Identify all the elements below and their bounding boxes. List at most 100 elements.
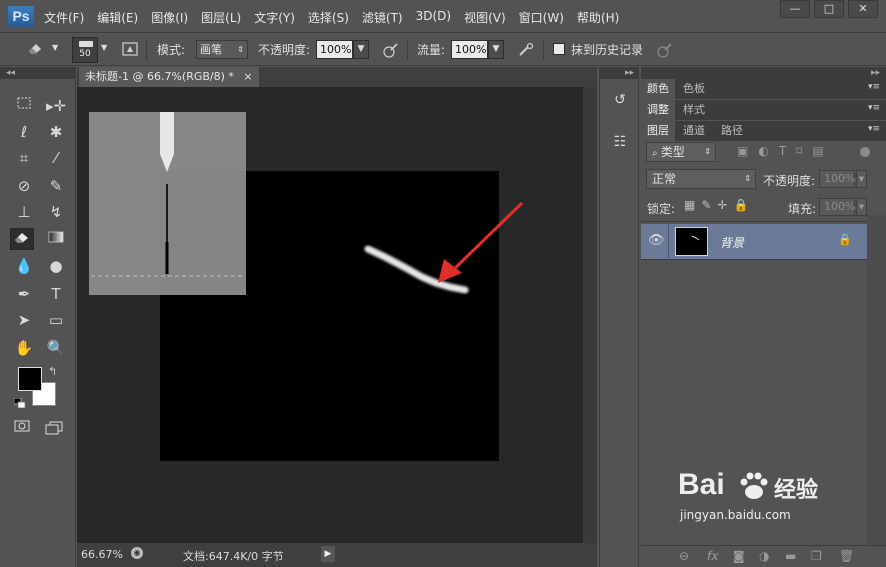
menu-edit[interactable]: 编辑(E) [97,9,138,26]
strip-header[interactable]: ▸▸ [600,67,638,79]
tab-styles[interactable]: 样式 [677,100,711,120]
tab-paths[interactable]: 路径 [715,121,749,141]
panel-menu-icon[interactable]: ▾≡ [868,124,880,134]
screen-mode-icon[interactable] [42,419,66,441]
new-layer-icon[interactable]: ❐ [811,549,822,563]
maximize-button[interactable]: □ [814,0,844,18]
menu-help[interactable]: 帮助(H) [577,9,619,26]
preset-dropdown-arrow[interactable]: ▼ [52,43,58,52]
tab-adjustments[interactable]: 调整 [641,100,675,120]
eraser-icon[interactable] [10,228,34,250]
fill-dropdown[interactable]: ▼ [856,198,867,216]
opacity-input[interactable]: 100% [316,40,353,59]
menu-3d[interactable]: 3D(D) [416,9,451,26]
filter-type-icon[interactable]: T [779,144,796,158]
mode-select[interactable]: 画笔 ⇕ [196,40,248,59]
layer-row-background[interactable]: 👁 背景 🔒 [641,224,867,260]
lock-pixels-icon[interactable]: ✎ [701,198,717,212]
new-group-icon[interactable]: ▬ [785,549,796,563]
gradient-icon[interactable] [44,228,68,250]
history-panel-icon[interactable]: ↺ [606,87,634,113]
filter-toggle[interactable] [860,147,870,157]
airbrush-icon[interactable] [517,41,535,59]
pressure-size-icon[interactable] [656,41,674,59]
brush-icon[interactable]: ✎ [44,175,68,197]
layer-visibility-eye-icon[interactable]: 👁 [648,233,665,248]
layer-opacity-dropdown[interactable]: ▼ [856,170,867,188]
layer-name[interactable]: 背景 [720,234,744,251]
pressure-opacity-icon[interactable] [382,41,400,59]
default-colors-icon[interactable] [13,397,26,409]
path-selection-icon[interactable]: ➤ [12,309,36,331]
erase-to-history-checkbox[interactable] [553,43,565,55]
flow-dropdown-button[interactable]: ▼ [488,40,504,59]
share-icon[interactable]: ◉ [131,547,143,559]
brush-panel-toggle-icon[interactable] [121,40,139,58]
move-icon[interactable]: ▸✛ [44,95,68,117]
filter-shape-icon[interactable]: ⌑ [796,144,812,158]
link-layers-icon[interactable]: ⊖ [679,549,689,563]
delete-layer-icon[interactable]: 🗑 [839,549,854,563]
brush-dropdown-arrow[interactable]: ▼ [101,43,107,52]
zoom-icon[interactable]: 🔍 [44,337,68,359]
add-mask-icon[interactable]: ◙ [733,549,745,563]
pen-icon[interactable]: ✒ [12,283,36,305]
rectangle-shape-icon[interactable]: ▭ [44,309,68,331]
quick-mask-icon[interactable] [10,417,34,439]
panel-menu-icon[interactable]: ▾≡ [868,82,880,92]
layer-filter-select[interactable]: ⌕ 类型 ⇕ [646,142,716,162]
fill-input[interactable]: 100% [819,198,855,216]
crop-icon[interactable]: ⌗ [12,147,36,169]
history-brush-icon[interactable]: ↯ [44,201,68,223]
status-menu-arrow-icon[interactable]: ▶ [321,546,335,562]
filter-smart-object-icon[interactable]: ▤ [812,144,833,158]
properties-panel-icon[interactable]: ☷ [606,129,634,155]
clone-stamp-icon[interactable]: ⊥ [12,201,36,223]
tab-color[interactable]: 颜色 [641,79,675,99]
lock-all-icon[interactable]: 🔒 [733,198,754,212]
opacity-dropdown-button[interactable]: ▼ [353,40,369,59]
flow-input[interactable]: 100% [451,40,488,59]
panel-menu-icon[interactable]: ▾≡ [868,103,880,113]
eyedropper-icon[interactable]: ⁄ [44,147,68,169]
hand-icon[interactable]: ✋ [12,337,36,359]
blur-icon[interactable]: 💧 [12,255,36,277]
menu-type[interactable]: 文字(Y) [254,9,295,26]
close-tab-icon[interactable]: × [243,70,252,83]
swap-colors-icon[interactable]: ↰ [48,365,57,378]
close-button[interactable]: ✕ [848,0,878,18]
menu-image[interactable]: 图像(I) [151,9,188,26]
document-tab[interactable]: 未标题-1 @ 66.7%(RGB/8) * × [79,67,259,87]
eraser-tool-preset-icon[interactable] [26,39,44,57]
menu-file[interactable]: 文件(F) [44,9,84,26]
menu-filter[interactable]: 滤镜(T) [362,9,403,26]
tools-panel-header[interactable]: ◂◂ [0,67,75,79]
minimize-button[interactable]: — [780,0,810,18]
menu-window[interactable]: 窗口(W) [519,9,564,26]
type-icon[interactable]: T [44,283,68,305]
tab-swatches[interactable]: 色板 [677,79,711,99]
lock-transparent-icon[interactable]: ▦ [684,198,701,212]
menu-layer[interactable]: 图层(L) [201,9,241,26]
zoom-level[interactable]: 66.67% [81,548,123,561]
foreground-color-swatch[interactable] [18,367,42,391]
blend-mode-select[interactable]: 正常 ⇕ [646,169,756,189]
right-panel-header[interactable]: ▸▸ [641,67,886,79]
menu-select[interactable]: 选择(S) [308,9,349,26]
brush-size-picker[interactable]: 50 [72,37,98,63]
dodge-icon[interactable]: ● [44,255,68,277]
rectangular-marquee-icon[interactable] [12,95,36,117]
layer-style-fx-icon[interactable]: fx [707,549,718,563]
menu-view[interactable]: 视图(V) [464,9,506,26]
healing-brush-icon[interactable]: ⊘ [12,175,36,197]
lock-position-icon[interactable]: ✛ [717,198,733,212]
lasso-icon[interactable]: ℓ [12,121,36,143]
vertical-scrollbar[interactable] [583,87,597,543]
new-adjustment-layer-icon[interactable]: ◑ [759,549,769,563]
filter-pixel-icon[interactable]: ▣ [737,144,758,158]
magic-wand-icon[interactable]: ✱ [44,121,68,143]
tab-layers[interactable]: 图层 [641,121,675,141]
tab-channels[interactable]: 通道 [677,121,711,141]
filter-adjustment-icon[interactable]: ◐ [758,144,778,158]
layer-opacity-input[interactable]: 100% [819,170,855,188]
